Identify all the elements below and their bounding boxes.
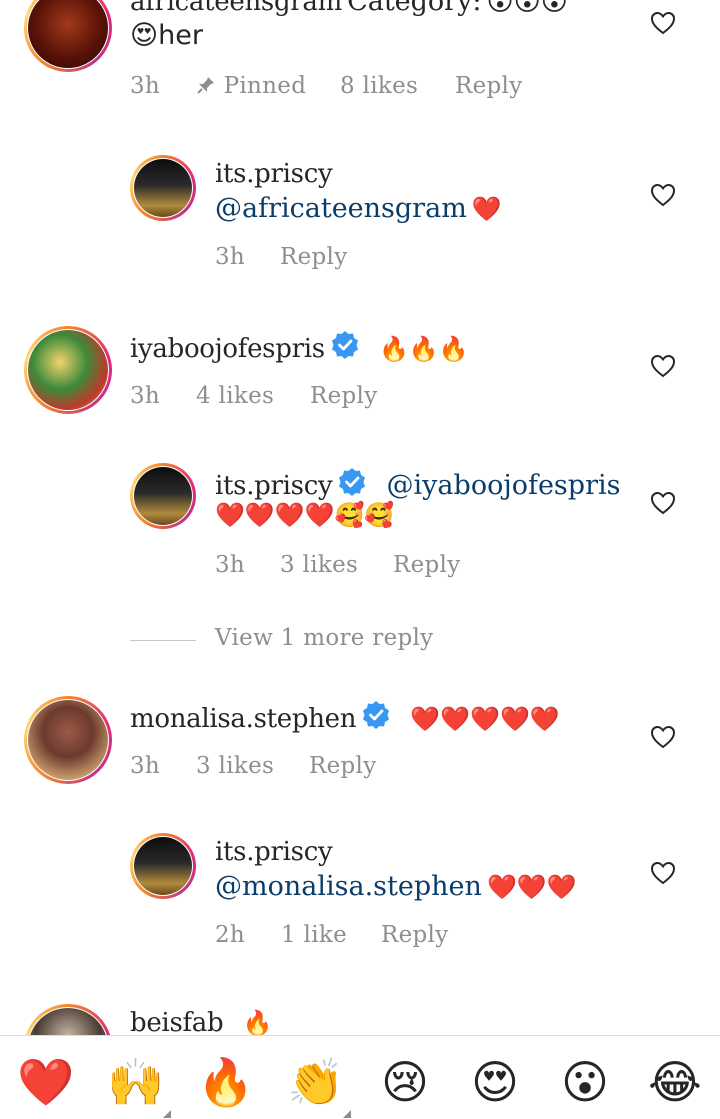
comment-username[interactable]: africateensgram xyxy=(130,0,342,17)
heart-outline-icon[interactable] xyxy=(650,183,676,207)
avatar[interactable] xyxy=(130,833,196,899)
avatar[interactable] xyxy=(130,155,196,221)
comment-likes[interactable]: 3 likes xyxy=(280,552,358,578)
emoji-raising-hands-button[interactable]: 🙌 xyxy=(107,1054,164,1110)
mention-link[interactable]: @africateensgram xyxy=(215,193,467,224)
pinned-label: Pinned xyxy=(196,73,306,99)
mention-link[interactable]: @monalisa.stephen xyxy=(215,871,482,902)
comment-likes[interactable]: 8 likes xyxy=(340,73,418,99)
comment-text-line2: 😍her xyxy=(130,20,203,51)
avatar[interactable] xyxy=(24,696,112,784)
reply-its-priscy-1: its.priscy @africateensgram ❤️ 3h Reply xyxy=(0,155,720,285)
comment-username[interactable]: its.priscy xyxy=(215,837,333,867)
verified-badge-icon xyxy=(331,331,358,359)
reply-its-priscy-2: its.priscy @iyaboojofespris ❤️❤️❤️❤️🥰🥰 3… xyxy=(0,463,720,593)
heart-outline-icon[interactable] xyxy=(650,861,676,885)
emoji-crying-button[interactable]: 😢 xyxy=(377,1054,433,1110)
verified-badge-icon xyxy=(363,701,390,729)
pin-icon xyxy=(197,77,214,94)
comment-text: Category: xyxy=(347,0,482,17)
reply-its-priscy-3: its.priscy @monalisa.stephen ❤️❤️❤️ 2h 1… xyxy=(0,833,720,963)
comment-monalisa-stephen: monalisa.stephen ❤️❤️❤️❤️❤️ 3h 3 likes R… xyxy=(0,696,720,806)
comment-time: 3h xyxy=(130,753,161,779)
comment-time: 3h xyxy=(215,552,246,578)
view-more-replies-text[interactable]: View 1 more reply xyxy=(215,625,433,651)
comment-emojis: 😵😵😵 xyxy=(486,0,568,17)
comment-emojis: 🔥🔥🔥 xyxy=(378,335,469,363)
comment-username[interactable]: its.priscy xyxy=(215,471,333,501)
view-more-replies[interactable]: View 1 more reply xyxy=(0,625,720,657)
emoji-variant-indicator xyxy=(163,1110,171,1118)
comment-username[interactable]: iyaboojofespris xyxy=(130,334,325,364)
comment-username[interactable]: monalisa.stephen xyxy=(130,704,357,734)
comment-time: 3h xyxy=(130,73,161,99)
verified-badge-icon xyxy=(339,468,366,496)
comment-emojis: ❤️ xyxy=(471,195,502,223)
heart-outline-icon[interactable] xyxy=(650,354,676,378)
avatar[interactable] xyxy=(130,463,196,529)
emoji-clapping-button[interactable]: 👏 xyxy=(287,1054,344,1110)
comment-username[interactable]: its.priscy xyxy=(215,159,333,189)
comment-likes[interactable]: 3 likes xyxy=(196,753,274,779)
comment-likes[interactable]: 1 like xyxy=(281,922,347,948)
comment-emojis: ❤️❤️❤️ xyxy=(486,873,577,901)
comment-iyaboojofespris: iyaboojofespris 🔥🔥🔥 3h 4 likes Reply xyxy=(0,326,720,436)
reply-button[interactable]: Reply xyxy=(393,552,461,578)
comment-username[interactable]: beisfab xyxy=(130,1008,224,1038)
comment-time: 3h xyxy=(215,244,246,270)
heart-outline-icon[interactable] xyxy=(650,11,676,35)
comment-likes[interactable]: 4 likes xyxy=(196,383,274,409)
divider-line xyxy=(130,640,196,641)
reply-button[interactable]: Reply xyxy=(455,73,523,99)
mention-link[interactable]: @iyaboojofespris xyxy=(387,470,621,501)
avatar[interactable] xyxy=(24,326,112,414)
emoji-variant-indicator xyxy=(343,1110,351,1118)
emoji-heart-eyes-button[interactable]: 😍 xyxy=(467,1054,523,1110)
comment-emojis: ❤️❤️❤️❤️❤️ xyxy=(410,705,560,733)
reply-button[interactable]: Reply xyxy=(310,383,378,409)
reply-button[interactable]: Reply xyxy=(280,244,348,270)
emoji-surprised-button[interactable]: 😮 xyxy=(557,1054,613,1110)
heart-outline-icon[interactable] xyxy=(650,491,676,515)
comment-emojis: 🔥 xyxy=(242,1009,273,1037)
emoji-reaction-bar: ❤️ 🙌 🔥 👏 😢 😍 😮 😂 xyxy=(0,1035,720,1119)
comment-time: 3h xyxy=(130,383,161,409)
reply-button[interactable]: Reply xyxy=(309,753,377,779)
comment-time: 2h xyxy=(215,922,246,948)
reply-button[interactable]: Reply xyxy=(381,922,449,948)
emoji-heart-button[interactable]: ❤️ xyxy=(17,1054,74,1110)
pinned-text: Pinned xyxy=(223,73,307,99)
emoji-laughing-button[interactable]: 😂 xyxy=(647,1054,703,1110)
heart-outline-icon[interactable] xyxy=(650,725,676,749)
comment-emojis: ❤️❤️❤️❤️🥰🥰 xyxy=(215,501,395,529)
comment-africateensgram: africateensgram Category: 😵😵😵 😍her 3h Pi… xyxy=(0,0,720,120)
avatar[interactable] xyxy=(24,0,112,72)
emoji-fire-button[interactable]: 🔥 xyxy=(197,1054,254,1110)
